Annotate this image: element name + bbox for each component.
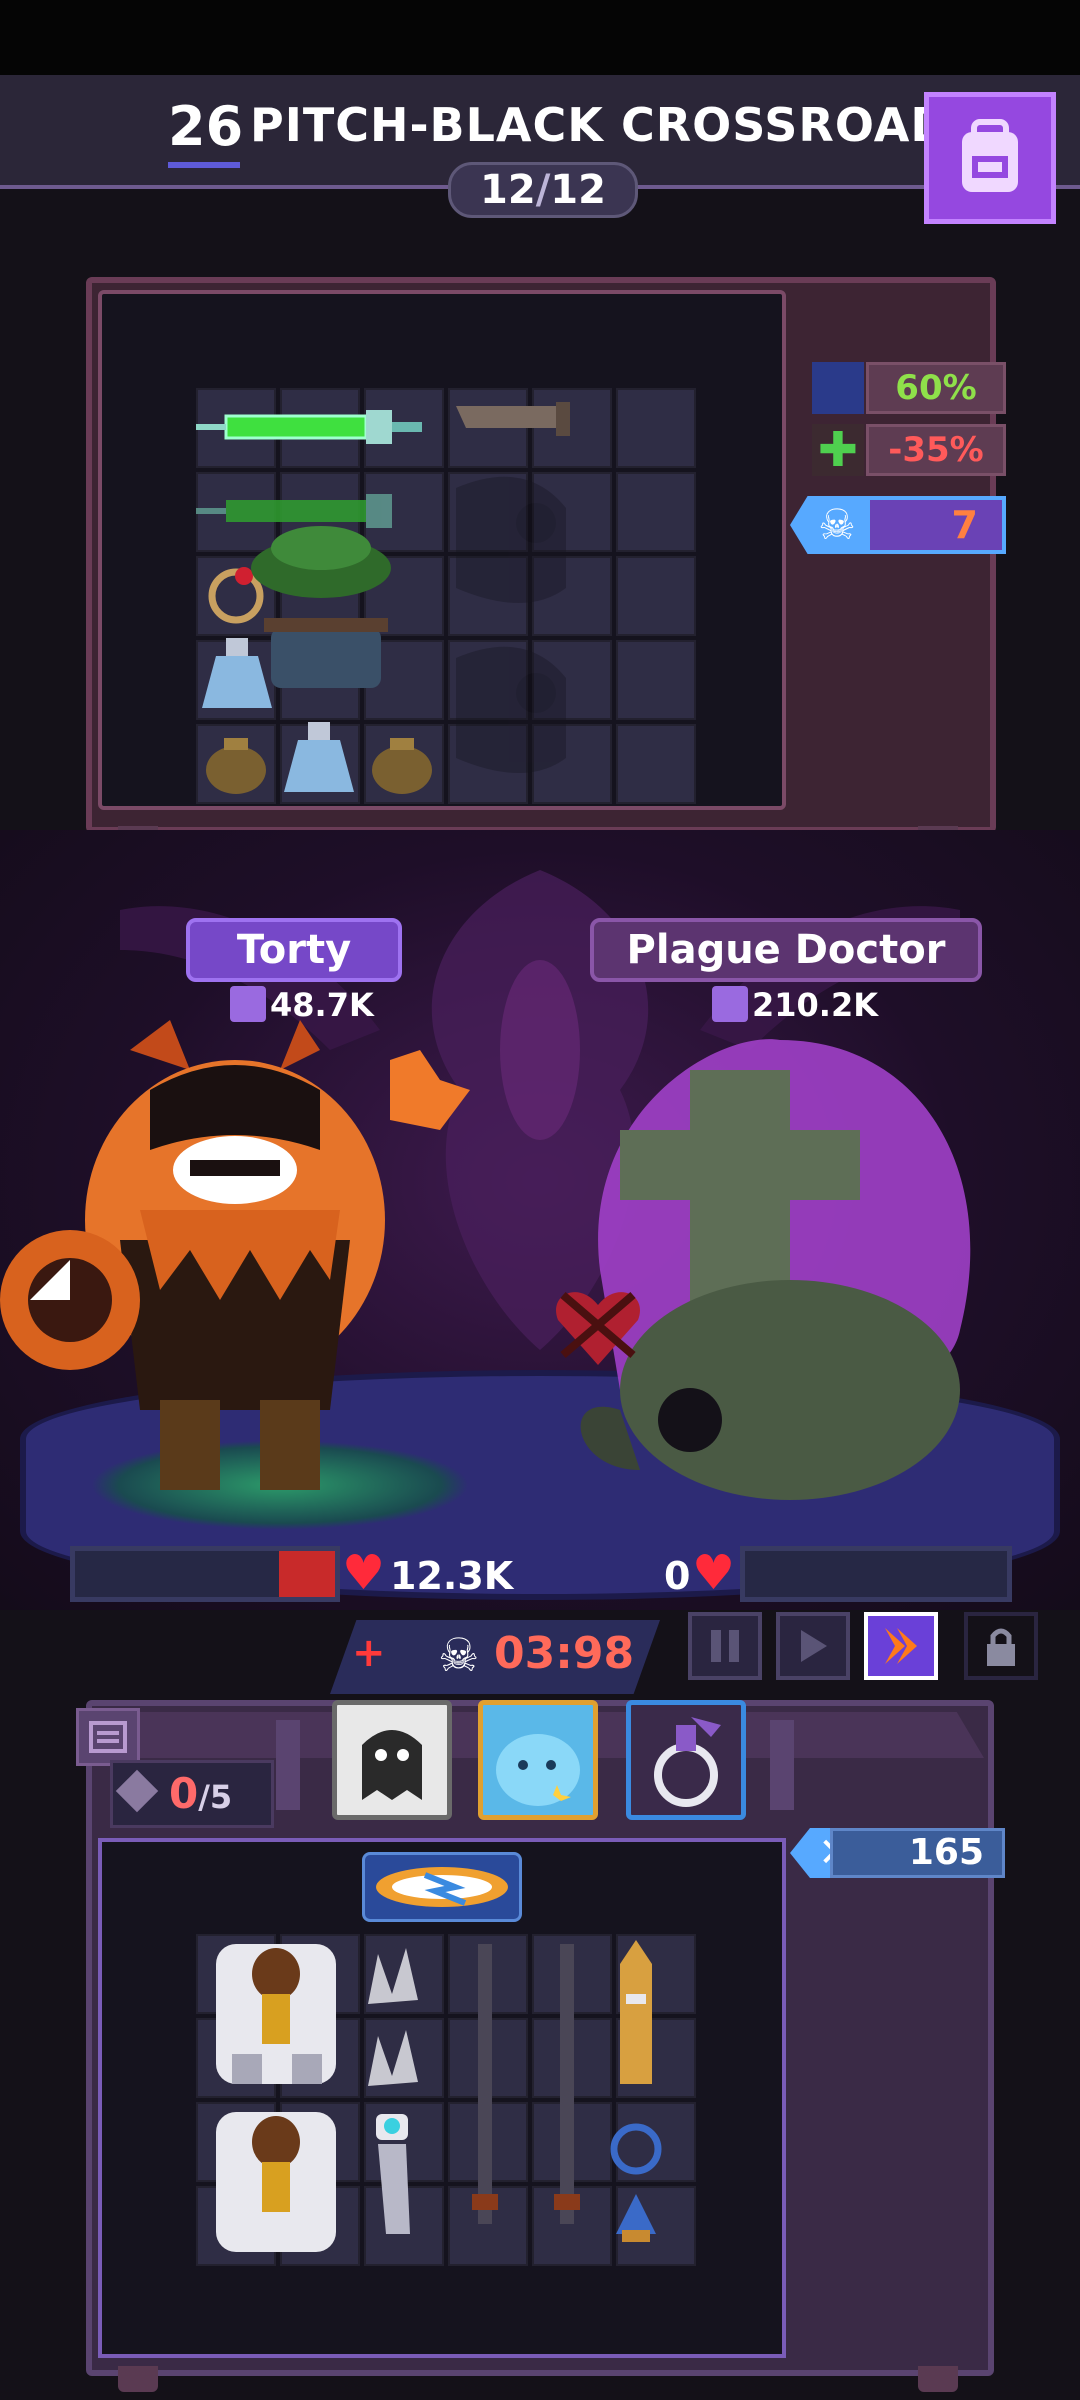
syringe-icon	[196, 494, 392, 528]
pause-icon	[711, 1630, 739, 1662]
stat-attack-speed: 60%	[866, 362, 1006, 414]
hero-power: 48.7K	[270, 986, 374, 1024]
notes-button[interactable]	[76, 1708, 140, 1766]
enemy-hp-bar	[740, 1546, 1012, 1602]
lightning-scroll-icon	[376, 1867, 508, 1907]
player-items	[216, 1940, 662, 2252]
wave-current: 12	[480, 167, 536, 213]
sword-icon	[712, 986, 748, 1022]
status-strip	[0, 0, 1080, 75]
enemy-character[interactable]	[540, 1010, 1060, 1530]
hero-hp-fill	[279, 1551, 335, 1597]
dagger-icon	[456, 402, 570, 436]
hero-hp-bar	[70, 1546, 340, 1602]
hero-name-plate: Torty	[186, 918, 402, 982]
spear-icon	[472, 1944, 580, 2224]
flask-icon	[654, 1717, 721, 1807]
slime-icon	[496, 1734, 580, 1806]
fast-forward-icon	[885, 1628, 917, 1664]
stat-heal-reduction: -35%	[866, 424, 1006, 476]
broken-heart-icon	[556, 1291, 640, 1365]
plague-mask-icon	[456, 646, 566, 773]
claw-icon	[616, 2194, 656, 2242]
ghost-icon	[362, 1730, 422, 1800]
spike-icon	[368, 1948, 418, 2086]
stat-curse-stacks: 7	[866, 496, 1006, 554]
horn-icon	[610, 2123, 662, 2175]
wave-total: 12	[550, 167, 606, 213]
skull-icon: ☠	[818, 500, 856, 549]
battle-timer: 03:98	[494, 1628, 635, 1679]
lock-icon	[987, 1628, 1015, 1666]
card-strap	[276, 1720, 300, 1810]
play-icon	[801, 1630, 827, 1662]
heal-plus-icon: +	[352, 1630, 386, 1676]
enemy-name-plate: Plague Doctor	[590, 918, 982, 982]
backpack-icon	[962, 119, 1018, 192]
hero-character[interactable]	[0, 1010, 500, 1510]
ability-card-potion[interactable]	[626, 1700, 746, 1820]
wave-progress: 12/12	[448, 162, 638, 218]
plague-mask-icon	[456, 476, 566, 603]
gold-sack-icon	[206, 738, 266, 794]
ability-card-slime[interactable]	[478, 1700, 598, 1820]
pause-button[interactable]	[688, 1612, 762, 1680]
special-item-slot[interactable]	[362, 1852, 522, 1922]
stage-title: PITCH-BLACK CROSSROADS	[250, 98, 984, 152]
speed-up-button[interactable]	[864, 1612, 938, 1680]
heal-reduction-icon: ✚	[812, 424, 864, 476]
heart-icon: ♥	[342, 1545, 386, 1601]
syringe-icon	[196, 410, 422, 444]
panel-peg	[118, 2366, 158, 2392]
enemy-power: 210.2K	[752, 986, 879, 1024]
counter-value: 0	[169, 1769, 199, 1818]
ring-icon	[208, 567, 264, 624]
panel-peg	[918, 2366, 958, 2392]
heart-icon: ♥	[692, 1545, 736, 1601]
sword-icon	[230, 986, 266, 1022]
attack-speed-icon	[812, 362, 864, 414]
potion-bottle-icon	[284, 722, 354, 792]
armor-icon	[216, 2112, 336, 2252]
enemy-items	[196, 402, 570, 794]
counter-max: /5	[198, 1778, 233, 1816]
kills-counter: 165	[830, 1828, 1005, 1878]
card-strap	[770, 1720, 794, 1810]
gold-sack-icon	[372, 738, 432, 794]
backpack-button[interactable]	[924, 92, 1056, 224]
level-badge: 26	[168, 92, 243, 168]
enemy-hp-value: 0	[664, 1554, 691, 1598]
play-button[interactable]	[776, 1612, 850, 1680]
totem-icon	[620, 1940, 652, 2084]
wave-separator: /	[535, 167, 551, 213]
notes-icon	[89, 1721, 127, 1753]
armor-icon	[216, 1944, 336, 2084]
locked-speed-button[interactable]	[964, 1612, 1038, 1680]
hero-hp-value: 12.3K	[390, 1554, 514, 1598]
potted-plant-icon	[251, 526, 391, 688]
prosthetic-leg-icon	[376, 2114, 410, 2234]
skull-icon: ☠	[438, 1628, 480, 1682]
ability-card-ghost[interactable]	[332, 1700, 452, 1820]
potion-bottle-icon	[202, 638, 272, 708]
